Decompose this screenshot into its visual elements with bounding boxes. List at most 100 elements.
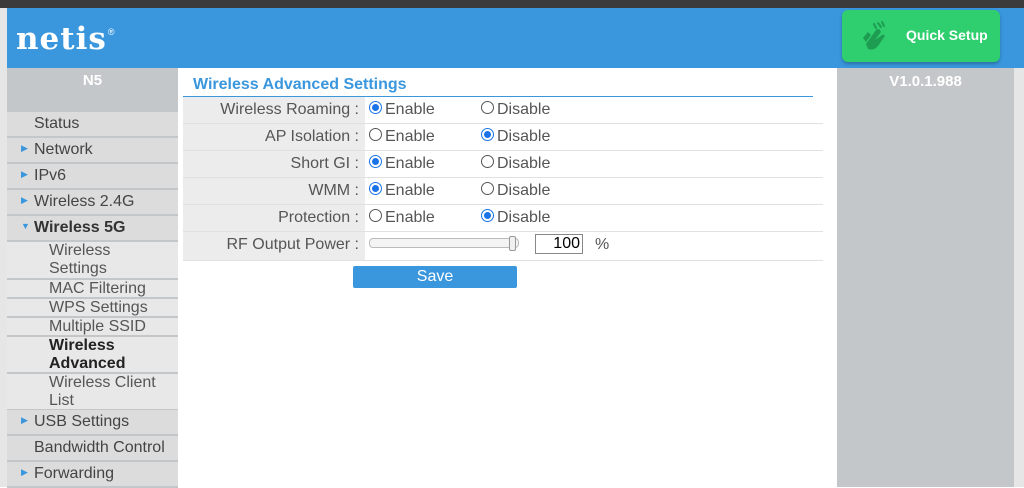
radio-unchecked-icon[interactable] (369, 209, 382, 223)
row-label-cell: Wireless Roaming : (183, 97, 365, 123)
firmware-version: V1.0.1.988 (889, 73, 962, 90)
rf-power-input[interactable] (535, 234, 583, 254)
subitem-wireless-client-list[interactable]: Wireless Client List (7, 374, 178, 411)
radio-checked-icon[interactable] (369, 101, 382, 115)
radio-label: Enable (385, 155, 435, 172)
radio-unchecked-icon[interactable] (481, 155, 494, 169)
radio-disable[interactable]: Disable (481, 101, 550, 119)
logo-text: netis (16, 21, 107, 57)
right-gutter (1014, 68, 1024, 487)
radio-disable[interactable]: Disable (481, 209, 550, 227)
sidebar-item-forwarding[interactable]: ▶ Forwarding (7, 462, 178, 488)
subitem-label: Wireless Advanced (49, 337, 126, 372)
model-name: N5 (82, 72, 103, 89)
radio-disable[interactable]: Disable (481, 155, 550, 173)
waving-hand-icon (863, 21, 885, 50)
radio-label: Disable (497, 101, 551, 118)
sidebar-item-usb-settings[interactable]: ▶ USB Settings (7, 410, 178, 436)
rf-power-slider-handle[interactable] (509, 236, 516, 251)
sidebar-item-label: Network (34, 141, 93, 158)
row-wmm: WMM : Enable Disable (183, 178, 823, 205)
subitem-wps-settings[interactable]: WPS Settings (7, 299, 178, 318)
row-label: Short GI : (290, 155, 359, 172)
header-bar: netis® Quick Setup (0, 8, 1024, 68)
triangle-right-icon: ▶ (21, 195, 28, 205)
sidebar-item-label: Wireless 2.4G (34, 193, 135, 210)
subitem-mac-filtering[interactable]: MAC Filtering (7, 280, 178, 299)
radio-checked-icon[interactable] (481, 128, 494, 142)
row-ap-isolation: AP Isolation : Enable Disable (183, 124, 823, 151)
radio-enable[interactable]: Enable (369, 209, 435, 227)
radio-label: Disable (497, 182, 551, 199)
sidebar-item-label: Bandwidth Control (34, 439, 165, 456)
subitem-wireless-advanced[interactable]: Wireless Advanced (7, 337, 178, 374)
subitem-label: Wireless Settings (49, 242, 111, 277)
netis-logo: netis® (16, 21, 115, 57)
row-label-cell: Protection : (183, 205, 365, 231)
subitem-label: Wireless Client List (49, 374, 156, 409)
radio-unchecked-icon[interactable] (369, 128, 382, 142)
radio-checked-icon[interactable] (369, 182, 382, 196)
triangle-right-icon: ▶ (21, 467, 28, 477)
radio-checked-icon[interactable] (369, 155, 382, 169)
radio-label: Enable (385, 101, 435, 118)
radio-enable[interactable]: Enable (369, 182, 435, 200)
sidebar-item-wireless-5g[interactable]: ▼ Wireless 5G (7, 216, 178, 242)
top-strip (0, 0, 1024, 8)
sidebar-item-network[interactable]: ▶ Network (7, 138, 178, 164)
radio-checked-icon[interactable] (481, 209, 494, 223)
page-title: Wireless Advanced Settings (193, 76, 407, 93)
subitem-wireless-settings[interactable]: Wireless Settings (7, 242, 178, 280)
triangle-right-icon: ▶ (21, 415, 28, 425)
radio-enable[interactable]: Enable (369, 128, 435, 146)
row-label-cell: AP Isolation : (183, 124, 365, 150)
triangle-right-icon: ▶ (21, 169, 28, 179)
radio-label: Disable (497, 128, 551, 145)
row-label: Wireless Roaming : (220, 101, 359, 118)
radio-label: Enable (385, 128, 435, 145)
row-label-cell: WMM : (183, 178, 365, 204)
radio-enable[interactable]: Enable (369, 155, 435, 173)
subitem-label: MAC Filtering (49, 280, 146, 297)
radio-label: Disable (497, 155, 551, 172)
sidebar-gutter (0, 68, 7, 487)
triangle-right-icon: ▶ (21, 143, 28, 153)
radio-enable[interactable]: Enable (369, 101, 435, 119)
radio-disable[interactable]: Disable (481, 128, 550, 146)
radio-unchecked-icon[interactable] (481, 101, 494, 115)
sidebar-item-wireless-24g[interactable]: ▶ Wireless 2.4G (7, 190, 178, 216)
row-label: WMM : (308, 182, 359, 199)
subitem-multiple-ssid[interactable]: Multiple SSID (7, 318, 178, 337)
right-panel: V1.0.1.988 (837, 68, 1014, 487)
row-short-gi: Short GI : Enable Disable (183, 151, 823, 178)
row-protection: Protection : Enable Disable (183, 205, 823, 232)
sidebar-item-label: Forwarding (34, 465, 115, 482)
sidebar-item-status[interactable]: Status (7, 112, 178, 138)
subitem-label: WPS Settings (49, 299, 148, 316)
radio-disable[interactable]: Disable (481, 182, 550, 200)
sidebar-item-bandwidth-control[interactable]: Bandwidth Control (7, 436, 178, 462)
sidebar-item-ipv6[interactable]: ▶ IPv6 (7, 164, 178, 190)
quick-setup-label: Quick Setup (906, 27, 988, 43)
subitem-label: Multiple SSID (49, 318, 146, 335)
save-button[interactable]: Save (353, 266, 517, 288)
radio-label: Enable (385, 182, 435, 199)
row-label: AP Isolation : (265, 128, 359, 145)
row-label: RF Output Power : (226, 236, 360, 253)
quick-setup-button[interactable]: Quick Setup (842, 10, 1000, 62)
radio-label: Enable (385, 209, 435, 226)
percent-unit: % (595, 236, 610, 253)
sidebar-item-label: USB Settings (34, 413, 130, 430)
radio-label: Disable (497, 209, 551, 226)
triangle-down-icon: ▼ (21, 221, 30, 231)
sidebar-item-label: IPv6 (34, 167, 67, 184)
row-label-cell: RF Output Power : (183, 232, 365, 260)
radio-unchecked-icon[interactable] (481, 182, 494, 196)
row-rf-output-power: RF Output Power : % (183, 232, 823, 261)
row-wireless-roaming: Wireless Roaming : Enable Disable (183, 97, 823, 124)
rf-power-slider[interactable] (369, 238, 519, 248)
sidebar: N5 Status ▶ Network ▶ IPv6 ▶ Wireless 2.… (7, 68, 178, 488)
sidebar-item-label: Wireless 5G (34, 219, 126, 236)
row-label-cell: Short GI : (183, 151, 365, 177)
sidebar-item-label: Status (34, 115, 80, 132)
